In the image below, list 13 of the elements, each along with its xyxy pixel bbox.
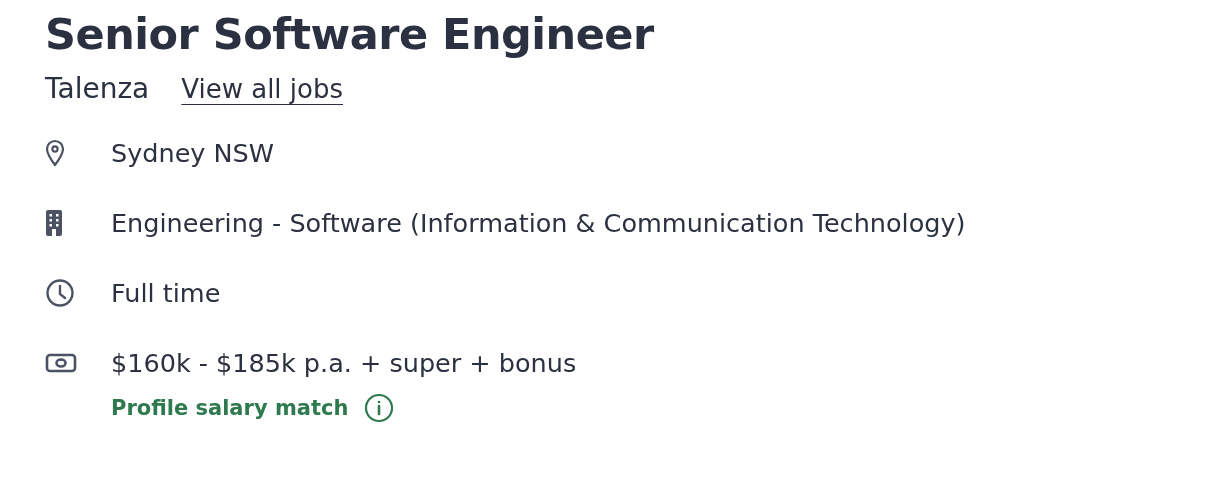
info-icon[interactable] (364, 393, 395, 423)
banknote-icon (45, 353, 77, 373)
job-title: Senior Software Engineer (45, 8, 655, 61)
detail-text: $160k - $185k p.a. + super + bonus (111, 347, 577, 380)
company-name: Talenza (45, 72, 150, 105)
salary-match-text: Profile salary match (111, 396, 349, 420)
location-pin-icon (45, 139, 65, 167)
view-all-jobs-link[interactable]: View all jobs (181, 74, 344, 104)
detail-text: Engineering - Software (Information & Communication Technology) (111, 207, 966, 240)
building-icon (45, 209, 63, 237)
clock-icon (45, 278, 75, 308)
detail-text: Full time (111, 277, 221, 310)
detail-text: Sydney NSW (111, 137, 274, 170)
